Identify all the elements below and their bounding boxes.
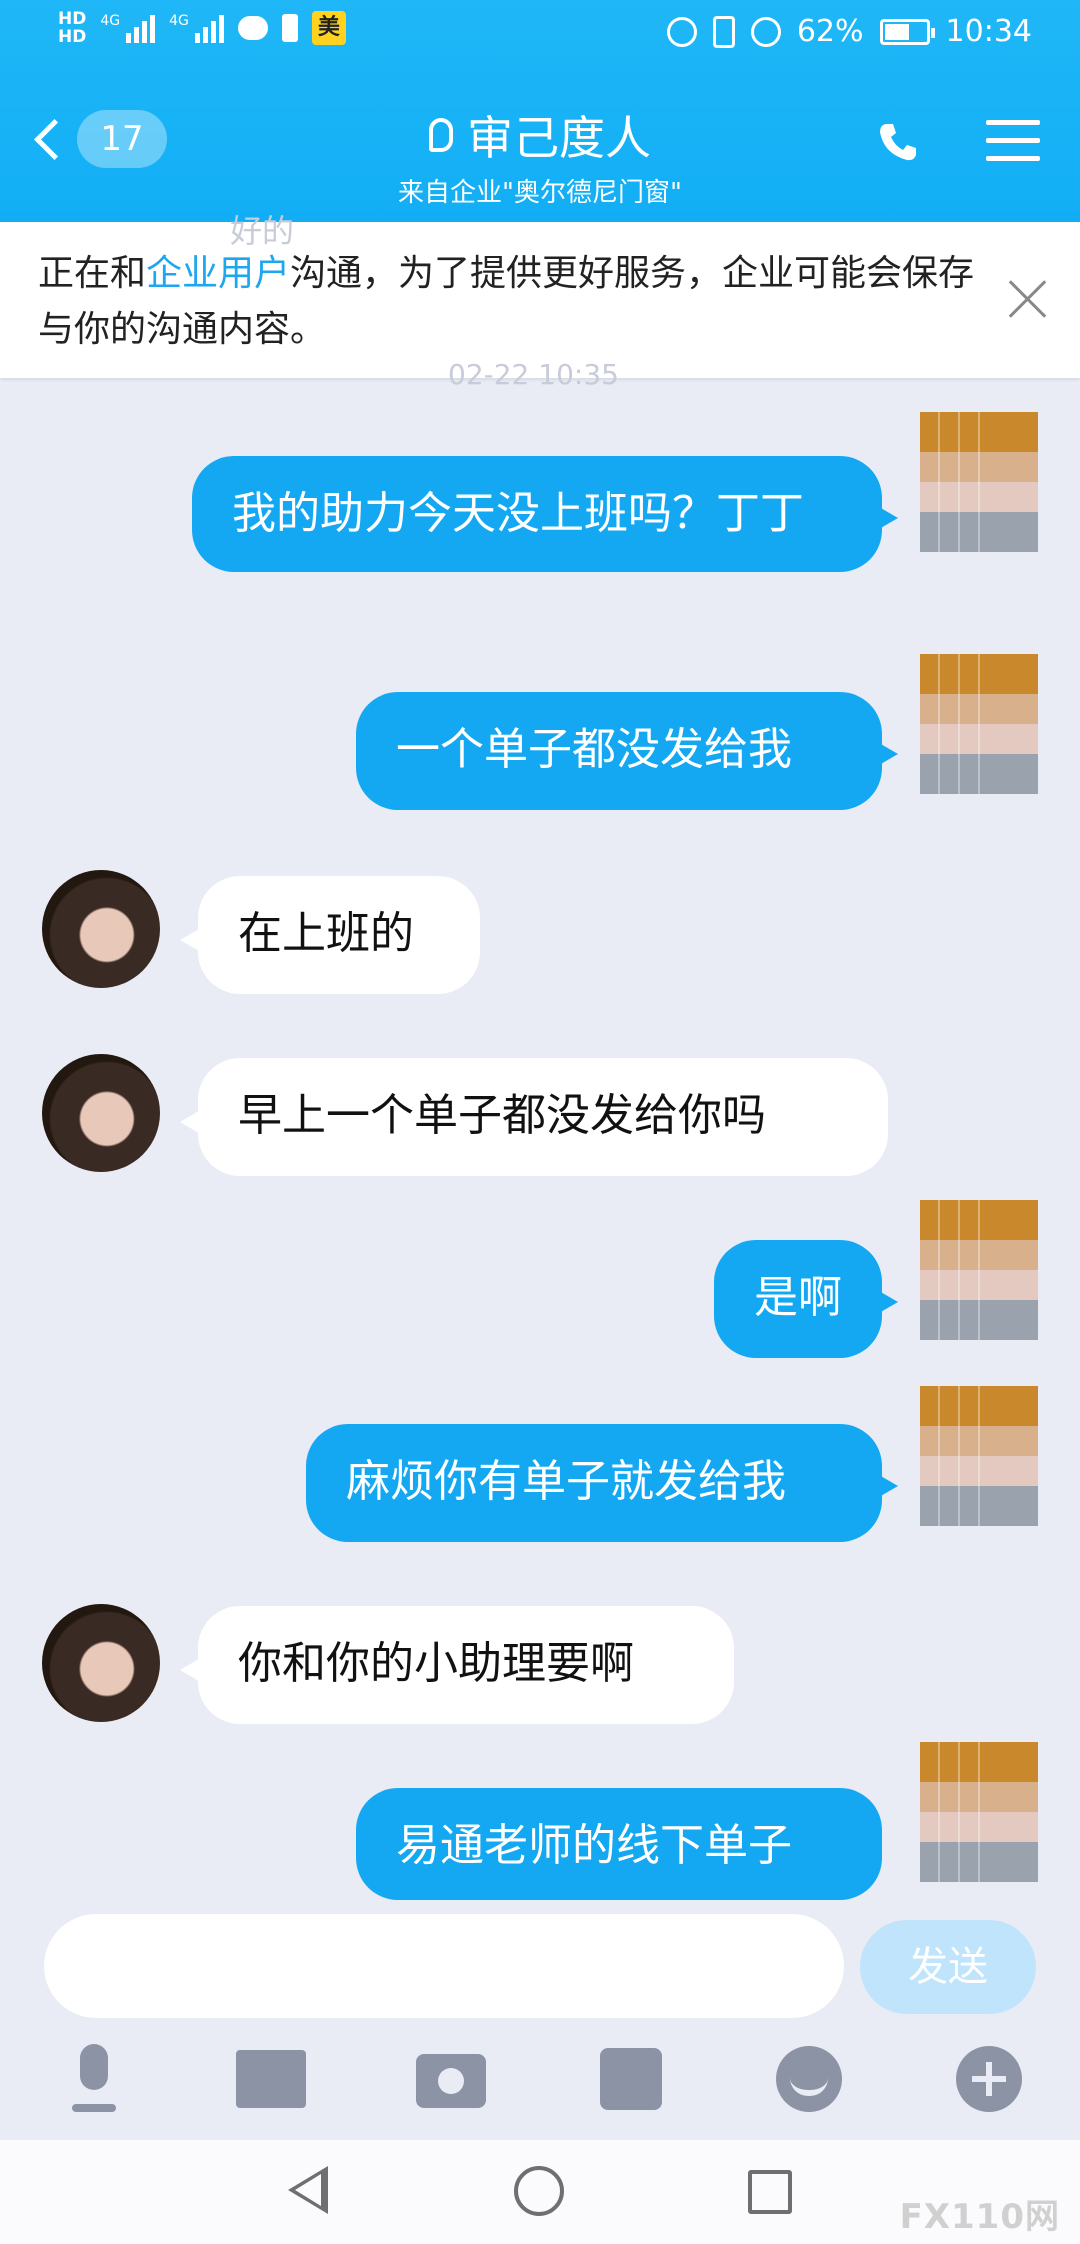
camera-icon[interactable] xyxy=(416,2054,486,2108)
enterprise-notice-banner: 正在和企业用户沟通，为了提供更好服务，企业可能会保存与你的沟通内容。 xyxy=(0,222,1080,378)
app-badge-icon: 美 xyxy=(311,11,346,45)
message-bubble-incoming[interactable]: 在上班的 xyxy=(180,876,480,994)
avatar-self[interactable] xyxy=(920,1386,1038,1526)
nav-recents-icon[interactable] xyxy=(748,2170,792,2214)
avatar-contact[interactable] xyxy=(42,870,160,988)
chat-subtitle: 来自企业"奥尔德尼门窗" xyxy=(398,178,682,208)
timestamp: 02-22 10:35 xyxy=(448,358,619,391)
send-button[interactable]: 发送 xyxy=(860,1920,1036,2014)
image-icon[interactable] xyxy=(236,2050,306,2108)
chat-header: 17 审己度人 来自企业"奥尔德尼门窗" xyxy=(0,88,1080,218)
battery-percent: 62% xyxy=(796,14,864,49)
message-bubble-outgoing[interactable]: 我的助力今天没上班吗？丁丁 xyxy=(192,456,898,572)
message-bubble-incoming[interactable]: 早上一个单子都没发给你吗 xyxy=(180,1058,888,1176)
menu-icon[interactable] xyxy=(986,120,1040,174)
ear-icon xyxy=(429,118,453,152)
microphone-icon[interactable] xyxy=(58,2044,130,2116)
signal-icon: 4G xyxy=(100,13,156,43)
top-bar: HD HD 4G 4G 美 62% 10:34 17 审己度人 来自企业"奥尔德尼… xyxy=(0,0,1080,222)
status-bar: HD HD 4G 4G 美 62% 10:34 xyxy=(0,0,1080,72)
message-input[interactable] xyxy=(44,1914,844,2018)
avatar-self[interactable] xyxy=(920,1200,1038,1340)
message-bubble-incoming[interactable]: 你和你的小助理要啊 xyxy=(180,1606,734,1724)
input-bar: 发送 xyxy=(0,1900,1080,2030)
input-toolbar xyxy=(0,2030,1080,2130)
message-bubble-outgoing[interactable]: 是啊 xyxy=(714,1240,898,1358)
chat-title: 审己度人 xyxy=(467,111,651,165)
phone-call-icon[interactable] xyxy=(876,120,920,164)
plus-icon[interactable] xyxy=(956,2046,1022,2112)
wechat-icon xyxy=(237,16,268,40)
close-icon[interactable] xyxy=(1006,278,1048,320)
data-saver-icon xyxy=(750,16,781,47)
avatar-self[interactable] xyxy=(920,654,1038,794)
nav-home-icon[interactable] xyxy=(514,2166,564,2216)
alarm-icon xyxy=(666,16,697,47)
notification-icon xyxy=(281,14,298,42)
nav-back-icon[interactable] xyxy=(288,2166,328,2214)
avatar-contact[interactable] xyxy=(42,1054,160,1172)
avatar-contact[interactable] xyxy=(42,1604,160,1722)
red-packet-icon[interactable] xyxy=(600,2048,662,2110)
clock: 10:34 xyxy=(945,14,1032,49)
avatar-self[interactable] xyxy=(920,412,1038,552)
avatar-self[interactable] xyxy=(920,1742,1038,1882)
message-bubble-outgoing[interactable]: 易通老师的线下单子 xyxy=(356,1788,882,1900)
notice-text: 正在和企业用户沟通，为了提供更好服务，企业可能会保存与你的沟通内容。 xyxy=(38,253,975,350)
system-navigation-bar: FX110网 xyxy=(0,2140,1080,2244)
enterprise-user-link[interactable]: 企业用户 xyxy=(146,253,290,294)
watermark: FX110网 xyxy=(899,2197,1060,2237)
previous-message-peek: 好的 xyxy=(230,212,295,250)
battery-icon xyxy=(879,18,935,45)
emoji-icon[interactable] xyxy=(776,2046,842,2112)
signal-icon-2: 4G xyxy=(169,13,224,43)
message-bubble-outgoing[interactable]: 麻烦你有单子就发给我 xyxy=(306,1424,898,1542)
message-bubble-outgoing[interactable]: 一个单子都没发给我 xyxy=(356,692,898,810)
hd-indicator: HD HD xyxy=(58,9,87,47)
vibrate-icon xyxy=(712,15,735,48)
